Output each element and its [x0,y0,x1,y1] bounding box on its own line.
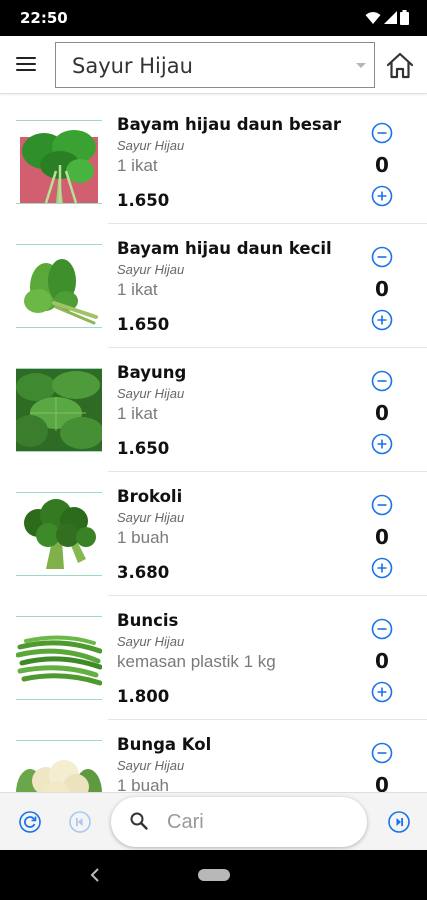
product-name: Bunga Kol [117,735,212,754]
menu-icon[interactable] [16,53,42,77]
status-icons [365,10,409,25]
product-price: 3.680 [117,563,170,582]
wifi-icon [365,11,381,24]
spinach-small-image [16,244,102,328]
increase-quantity-icon[interactable] [371,681,393,703]
signal-icon [384,10,397,24]
product-category: Sayur Hijau [117,634,185,649]
bayung-leaves-image [16,368,102,452]
decrease-quantity-icon[interactable] [371,122,393,144]
product-name: Brokoli [117,487,183,506]
product-item[interactable]: Bayung Sayur Hijau 1 ikat 1.650 0 [0,348,427,472]
increase-quantity-icon[interactable] [371,433,393,455]
decrease-quantity-icon[interactable] [371,246,393,268]
product-price: 1.800 [117,687,170,706]
category-selected-value: Sayur Hijau [72,54,193,78]
product-name: Bayung [117,363,187,382]
search-box[interactable] [111,797,367,847]
product-price: 1.650 [117,191,170,210]
system-nav-bar [0,850,427,900]
back-chevron-icon[interactable] [88,866,102,884]
product-category: Sayur Hijau [117,510,185,525]
product-category: Sayur Hijau [117,386,185,401]
product-item[interactable]: Bunga Kol Sayur Hijau 1 buah 0 [0,720,427,792]
decrease-quantity-icon[interactable] [371,618,393,640]
quantity-value: 0 [375,773,389,792]
green-beans-image [16,616,102,700]
product-name: Bayam hijau daun besar [117,115,341,134]
previous-page-icon[interactable] [68,810,92,834]
refresh-icon[interactable] [18,810,42,834]
product-item[interactable]: Brokoli Sayur Hijau 1 buah 3.680 0 [0,472,427,596]
product-category: Sayur Hijau [117,262,185,277]
product-name: Bayam hijau daun kecil [117,239,332,258]
product-price: 1.650 [117,315,170,334]
quantity-value: 0 [375,401,389,425]
decrease-quantity-icon[interactable] [371,494,393,516]
product-item[interactable]: Bayam hijau daun besar Sayur Hijau 1 ika… [0,100,427,224]
decrease-quantity-icon[interactable] [371,742,393,764]
product-unit: 1 buah [117,528,169,547]
search-icon [130,812,148,830]
product-unit: 1 buah [117,776,169,792]
decrease-quantity-icon[interactable] [371,370,393,392]
quantity-value: 0 [375,277,389,301]
next-page-icon[interactable] [387,810,411,834]
bottom-toolbar [0,792,427,850]
product-name: Buncis [117,611,179,630]
product-category: Sayur Hijau [117,758,185,773]
increase-quantity-icon[interactable] [371,185,393,207]
product-category: Sayur Hijau [117,138,185,153]
product-unit: kemasan plastik 1 kg [117,652,276,671]
dropdown-arrow-icon [356,63,366,68]
quantity-value: 0 [375,525,389,549]
product-item[interactable]: Buncis Sayur Hijau kemasan plastik 1 kg … [0,596,427,720]
quantity-value: 0 [375,153,389,177]
broccoli-image [16,492,102,576]
product-unit: 1 ikat [117,404,158,423]
quantity-value: 0 [375,649,389,673]
product-unit: 1 ikat [117,156,158,175]
product-item[interactable]: Bayam hijau daun kecil Sayur Hijau 1 ika… [0,224,427,348]
spinach-large-image [16,120,102,204]
search-input[interactable] [167,808,347,836]
home-icon[interactable] [385,50,415,80]
battery-icon [400,10,409,25]
app-bar: Sayur Hijau [0,36,427,94]
cauliflower-image [16,740,102,792]
product-price: 1.650 [117,439,170,458]
category-dropdown[interactable]: Sayur Hijau [55,42,375,88]
status-bar: 22:50 [0,0,427,36]
product-unit: 1 ikat [117,280,158,299]
increase-quantity-icon[interactable] [371,309,393,331]
product-list: Bayam hijau daun besar Sayur Hijau 1 ika… [0,100,427,792]
status-time: 22:50 [20,9,68,27]
home-gesture-pill[interactable] [198,869,230,881]
increase-quantity-icon[interactable] [371,557,393,579]
